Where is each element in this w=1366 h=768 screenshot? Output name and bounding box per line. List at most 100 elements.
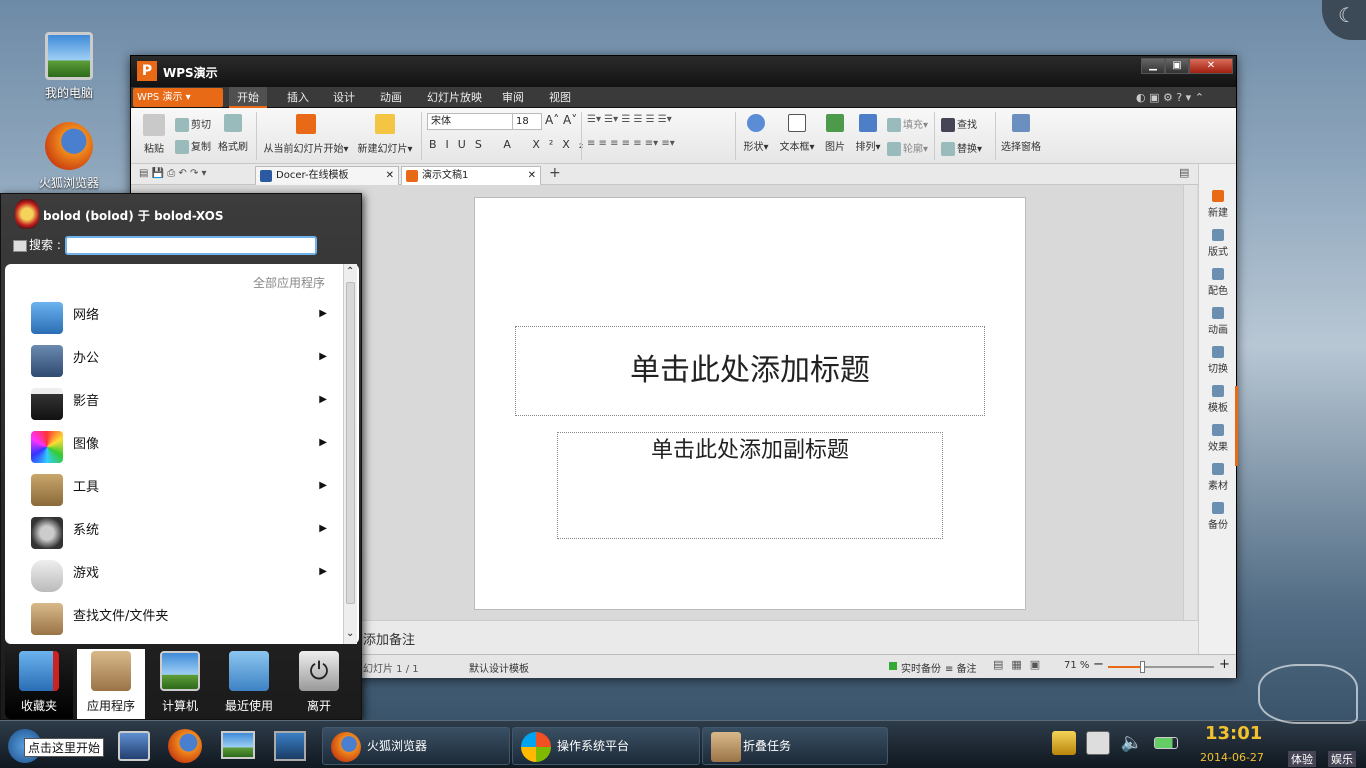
replace-button[interactable]: 替换▾ xyxy=(941,140,982,156)
sidebar-item-backup[interactable]: 备份 xyxy=(1199,502,1237,531)
list-item-games[interactable]: 游戏 ▶ xyxy=(27,558,327,592)
notes-toggle[interactable]: ≡ 备注 xyxy=(945,660,977,675)
arrange-button[interactable]: 排列▾ xyxy=(851,114,885,153)
desktop-icon-my-computer[interactable]: 我的电脑 xyxy=(29,32,109,101)
find-button[interactable]: 查找 xyxy=(941,116,977,132)
list-item-office[interactable]: 办公 ▶ xyxy=(27,343,327,377)
task-firefox[interactable]: 火狐浏览器 xyxy=(322,727,510,765)
slide-canvas[interactable]: 单击此处添加标题 单击此处添加副标题 xyxy=(474,197,1026,610)
maximize-button[interactable]: ▣ xyxy=(1165,58,1189,74)
shape-button[interactable]: 形状▾ xyxy=(741,114,771,153)
tab-presentation1[interactable]: 演示文稿1 ✕ xyxy=(401,166,541,185)
menu-start[interactable]: 开始 xyxy=(229,87,267,108)
quicklaunch-app-icon[interactable] xyxy=(274,731,306,761)
projector-icon xyxy=(296,114,316,134)
menu-insert[interactable]: 插入 xyxy=(287,87,309,108)
window-title-bar[interactable]: P WPS演示 ▁ ▣ ✕ xyxy=(131,56,1236,87)
fill-button[interactable]: 填充▾ xyxy=(887,116,928,132)
menu-view[interactable]: 视图 xyxy=(549,87,571,108)
clock-time[interactable]: 13:01 xyxy=(1205,723,1262,744)
battery-icon[interactable] xyxy=(1154,737,1178,749)
format-painter-button[interactable]: 格式刷 xyxy=(217,114,249,153)
desktop-icon-firefox[interactable]: 火狐浏览器 xyxy=(29,122,109,191)
minimize-button[interactable]: ▁ xyxy=(1141,58,1165,74)
list-item-system[interactable]: 系统 ▶ xyxy=(27,515,327,549)
tab-menu-icon[interactable]: ▤ xyxy=(1179,166,1189,179)
search-label: 搜索 : xyxy=(13,236,61,253)
sidebar-item-transition[interactable]: 切换 xyxy=(1199,346,1237,375)
list-item-find-files[interactable]: 查找文件/文件夹 xyxy=(27,601,327,635)
list-scrollbar[interactable]: ⌃ ⌄ xyxy=(343,264,357,644)
help-icons[interactable]: ◐ ▣ ⚙ ? ▾ ⌃ xyxy=(1136,87,1204,108)
play-from-current-button[interactable]: 从当前幻灯片开始▾ xyxy=(262,114,350,155)
zoom-slider[interactable] xyxy=(1108,661,1214,673)
sidebar-item-new[interactable]: 新建 xyxy=(1199,190,1237,219)
new-slide-button[interactable]: 新建幻灯片▾ xyxy=(356,114,414,155)
subtitle-placeholder[interactable]: 单击此处添加副标题 xyxy=(557,432,943,539)
menu-review[interactable]: 审阅 xyxy=(502,87,524,108)
menu-animation[interactable]: 动画 xyxy=(380,87,402,108)
quicklaunch-firefox-icon[interactable] xyxy=(168,729,202,763)
paste-button[interactable]: 粘贴 xyxy=(139,114,169,155)
menu-design[interactable]: 设计 xyxy=(333,87,355,108)
sidebar-item-color-scheme[interactable]: 配色 xyxy=(1199,268,1237,297)
zoom-in-button[interactable]: + xyxy=(1219,657,1230,672)
font-size-select[interactable]: 18 xyxy=(512,113,542,130)
favorites-button[interactable]: 收藏夹 xyxy=(5,649,73,719)
taskbar: 点击这里开始 火狐浏览器 操作系统平台 折叠任务 🔈 13:01 2014-06… xyxy=(0,720,1366,768)
title-placeholder[interactable]: 单击此处添加标题 xyxy=(515,326,985,416)
experience-button[interactable]: 体验 xyxy=(1288,751,1316,767)
picture-button[interactable]: 图片 xyxy=(821,114,849,153)
sidebar-item-material[interactable]: 素材 xyxy=(1199,463,1237,492)
paragraph-list-icons[interactable]: ☰▾ ☰▾ ☰ ☰ ☰ ☰▾ xyxy=(587,114,672,125)
keyboard-icon[interactable] xyxy=(1086,731,1110,755)
list-item-network[interactable]: 网络 ▶ xyxy=(27,300,327,334)
quicklaunch-desktop-icon[interactable] xyxy=(118,731,150,761)
panel-collapse-handle[interactable] xyxy=(1235,386,1238,466)
lock-icon[interactable] xyxy=(1052,731,1076,755)
recent-button[interactable]: 最近使用 xyxy=(215,649,283,719)
logout-button[interactable]: ⏻ 离开 xyxy=(285,649,353,719)
outline-button[interactable]: 轮廓▾ xyxy=(887,140,928,156)
sidebar-item-layout[interactable]: 版式 xyxy=(1199,229,1237,258)
font-grow-shrink[interactable]: A˄ A˅ xyxy=(545,113,577,127)
entertainment-button[interactable]: 娱乐 xyxy=(1328,751,1356,767)
selection-pane-button[interactable]: 选择窗格 xyxy=(999,114,1043,153)
copy-button[interactable]: 复制 xyxy=(175,138,211,154)
new-tab-button[interactable]: + xyxy=(549,165,561,181)
list-item-media[interactable]: 影音 ▶ xyxy=(27,386,327,420)
menu-slideshow[interactable]: 幻灯片放映 xyxy=(427,87,482,108)
cut-button[interactable]: 剪切 xyxy=(175,116,211,132)
search-input[interactable] xyxy=(65,236,317,255)
app-menu-button[interactable]: WPS 演示 ▾ xyxy=(133,88,223,107)
scroll-down-icon[interactable]: ⌄ xyxy=(346,628,354,639)
textbox-button[interactable]: 文本框▾ xyxy=(777,114,817,153)
font-name-select[interactable]: 宋体 xyxy=(427,113,513,130)
list-item-tools[interactable]: 工具 ▶ xyxy=(27,472,327,506)
task-collapsed[interactable]: 折叠任务 xyxy=(702,727,888,765)
computer-button[interactable]: 计算机 xyxy=(146,649,214,719)
volume-icon[interactable]: 🔈 xyxy=(1120,731,1144,755)
tab-close-icon[interactable]: ✕ xyxy=(386,167,394,184)
quicklaunch-computer-icon[interactable] xyxy=(221,731,255,759)
font-style-buttons[interactable]: BIUS A X²X₂ xyxy=(429,138,592,151)
task-os-platform[interactable]: 操作系统平台 xyxy=(512,727,700,765)
scroll-thumb[interactable] xyxy=(346,282,355,604)
sidebar-item-template[interactable]: 模板 xyxy=(1199,385,1237,414)
zoom-slider-thumb[interactable] xyxy=(1140,661,1145,673)
applications-button[interactable]: 应用程序 xyxy=(77,649,145,719)
firefox-icon xyxy=(331,732,361,762)
scroll-up-icon[interactable]: ⌃ xyxy=(346,266,354,277)
quick-access-icons[interactable]: ▤ 💾 ⎙ ↶ ↷ ▾ xyxy=(139,168,207,179)
tab-docer[interactable]: Docer-在线模板 ✕ xyxy=(255,166,399,185)
list-item-image[interactable]: 图像 ▶ xyxy=(27,429,327,463)
paragraph-align-icons[interactable]: ≡ ≡ ≡ ≡ ≡ ≡▾ ≡▾ xyxy=(587,138,675,149)
close-button[interactable]: ✕ xyxy=(1189,58,1233,74)
view-mode-buttons[interactable]: ▤▦▣ xyxy=(993,658,1048,671)
vertical-scrollbar[interactable] xyxy=(1183,185,1197,620)
zoom-out-button[interactable]: − xyxy=(1093,657,1104,672)
tab-close-icon[interactable]: ✕ xyxy=(528,167,536,184)
backup-toggle[interactable]: 实时备份 xyxy=(889,660,941,675)
sidebar-item-animation[interactable]: 动画 xyxy=(1199,307,1237,336)
sidebar-item-effect[interactable]: 效果 xyxy=(1199,424,1237,453)
